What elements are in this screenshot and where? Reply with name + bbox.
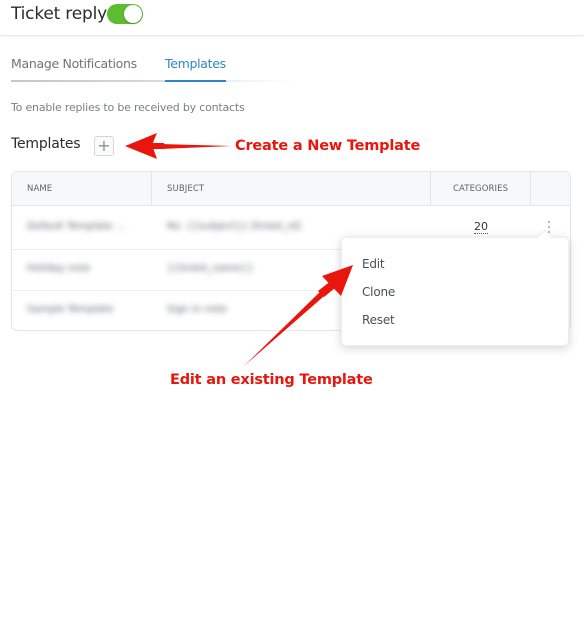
menu-item-clone[interactable]: Clone — [362, 285, 395, 299]
toggle-knob — [124, 5, 142, 23]
page-title: Ticket reply — [11, 4, 107, 24]
plus-icon: + — [97, 136, 111, 155]
templates-hint: To enable replies to be received by cont… — [11, 101, 245, 114]
cell-name: Holiday note — [27, 263, 91, 274]
templates-section-title: Templates — [11, 136, 81, 152]
cell-subject: Re: {{subject}} [ticket_id] — [167, 221, 301, 232]
cell-subject: Sign in note — [167, 304, 227, 315]
tab-bar: Manage Notifications Templates — [11, 56, 296, 82]
menu-item-edit[interactable]: Edit — [362, 257, 385, 271]
tab-manage-notifications[interactable]: Manage Notifications — [11, 56, 137, 82]
row-context-menu: Edit Clone Reset — [341, 237, 569, 346]
annotation-create-template: Create a New Template — [235, 138, 421, 154]
column-divider — [151, 172, 152, 206]
table-header: NAME SUBJECT CATEGORIES — [12, 172, 570, 206]
annotation-arrow-create — [125, 133, 232, 159]
column-header-name[interactable]: NAME — [27, 172, 52, 206]
cell-subject: {{ticket_name}} — [167, 263, 254, 274]
column-header-subject[interactable]: SUBJECT — [167, 172, 204, 206]
annotation-edit-template: Edit an existing Template — [170, 372, 373, 388]
column-header-categories[interactable]: CATEGORIES — [453, 172, 508, 206]
add-template-button[interactable]: + — [94, 136, 114, 156]
cell-name: Default Template ... — [27, 221, 126, 232]
cell-name: Sample Template — [27, 304, 114, 315]
page-header: Ticket reply — [0, 0, 584, 36]
menu-item-reset[interactable]: Reset — [362, 313, 395, 327]
cell-categories-count[interactable]: 20 — [474, 221, 488, 234]
column-divider — [430, 172, 431, 206]
tab-templates[interactable]: Templates — [165, 56, 226, 82]
ticket-reply-toggle[interactable] — [107, 4, 143, 24]
column-divider — [530, 172, 531, 206]
